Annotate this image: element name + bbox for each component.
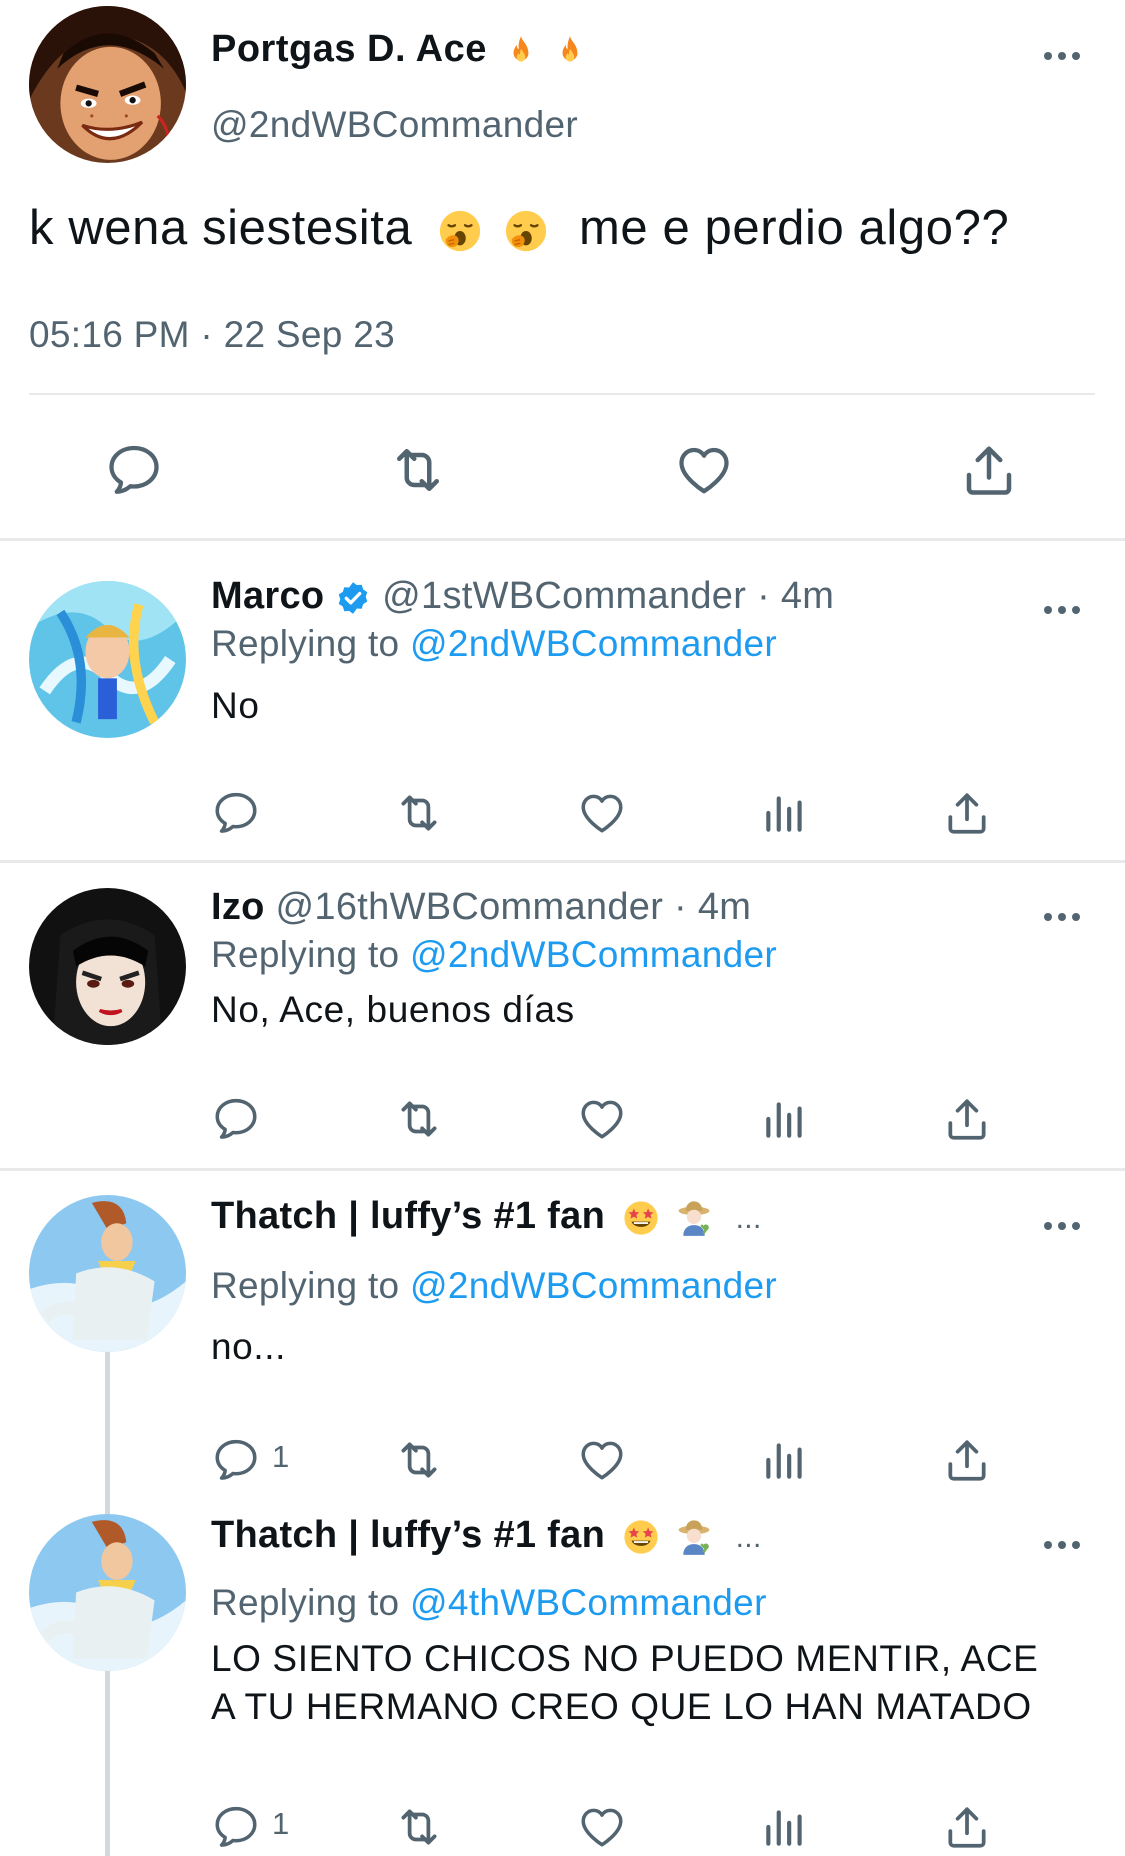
author-handle[interactable]: @2ndWBCommander [211,104,578,146]
yawning-face-emoji [437,208,483,254]
truncation-ellipsis: ... [735,1521,762,1554]
reply-header: Thatch | luffy’s #1 fan ... [211,1195,762,1238]
marco-avatar[interactable] [29,581,186,738]
replying-to-link[interactable]: @4thWBCommander [410,1582,767,1623]
reply-icon[interactable] [211,1802,261,1852]
like-icon[interactable] [577,788,627,838]
replying-to-label: Replying to [211,1582,400,1623]
like-icon[interactable] [577,1094,627,1144]
more-options-icon[interactable] [1040,1535,1084,1555]
author-name[interactable]: Marco [211,575,324,617]
reply-tweet[interactable]: Thatch | luffy’s #1 fan ... Replying to … [0,1492,1125,1856]
author-name[interactable]: Izo [211,886,265,928]
divider [0,1168,1125,1171]
reply-icon[interactable] [104,440,164,500]
retweet-icon[interactable] [394,1094,444,1144]
star-struck-emoji [622,1518,660,1556]
ace-avatar[interactable] [29,6,186,163]
reply-tweet[interactable]: Izo @16thWBCommander · 4m Replying to @2… [0,864,1125,1171]
reply-icon[interactable] [211,788,261,838]
reply-text-line: LO SIENTO CHICOS NO PUEDO MENTIR, ACE [211,1638,1039,1679]
tweet-text: k wena siestesita me e perdio algo?? [29,200,1009,256]
author-name[interactable]: Portgas D. Ace [211,28,587,71]
retweet-icon[interactable] [394,788,444,838]
reply-text: No, Ace, buenos días [211,989,575,1030]
tweet-date: 22 Sep 23 [223,314,395,355]
meta-separator: · [200,314,213,355]
fire-emoji [504,33,538,69]
tweet-timestamp[interactable]: 05:16 PM · 22 Sep 23 [29,314,395,356]
truncation-ellipsis: ... [735,1202,762,1235]
reply-time[interactable]: · 4m [674,886,751,928]
replying-to: Replying to @2ndWBCommander [211,1265,777,1307]
divider [29,393,1095,395]
reply-header: Marco @1stWBCommander · 4m [211,575,834,618]
retweet-icon[interactable] [388,440,448,500]
replying-to-link[interactable]: @2ndWBCommander [410,623,777,664]
divider [0,860,1125,863]
star-struck-emoji [622,1199,660,1237]
reply-icon[interactable] [211,1094,261,1144]
main-tweet: Portgas D. Ace @2ndWBCommander k wena si… [0,0,1125,540]
replying-to-link[interactable]: @2ndWBCommander [410,934,777,975]
replying-to: Replying to @4thWBCommander [211,1582,767,1624]
views-icon[interactable] [760,788,810,838]
retweet-icon[interactable] [394,1802,444,1852]
thatch-avatar[interactable] [29,1195,186,1352]
reply-text: LO SIENTO CHICOS NO PUEDO MENTIR, ACE A … [211,1635,1038,1731]
fire-emoji [553,33,587,69]
reply-icon[interactable] [211,1435,261,1485]
retweet-icon[interactable] [394,1435,444,1485]
replying-to: Replying to @2ndWBCommander [211,623,777,665]
more-options-icon[interactable] [1040,600,1084,620]
izo-avatar[interactable] [29,888,186,1045]
reply-tweet[interactable]: Marco @1stWBCommander · 4m Replying to @… [0,541,1125,863]
replying-to-label: Replying to [211,934,400,975]
reply-time[interactable]: · 4m [757,575,834,617]
author-handle[interactable]: @16thWBCommander [276,886,664,928]
farmer-emoji [675,1199,713,1237]
replying-to-link[interactable]: @2ndWBCommander [410,1265,777,1306]
more-options-icon[interactable] [1040,46,1084,66]
tweet-time: 05:16 PM [29,314,190,355]
replying-to: Replying to @2ndWBCommander [211,934,777,976]
tweet-text-part: me e perdio algo?? [578,201,1010,255]
reply-header: Thatch | luffy’s #1 fan ... [211,1514,762,1557]
more-options-icon[interactable] [1040,1216,1084,1236]
like-icon[interactable] [674,440,734,500]
share-icon[interactable] [942,1802,992,1852]
replying-to-label: Replying to [211,1265,400,1306]
author-handle[interactable]: @1stWBCommander [382,575,746,617]
reply-tweet[interactable]: Thatch | luffy’s #1 fan ... Replying to … [0,1173,1125,1493]
views-icon[interactable] [760,1802,810,1852]
reply-text-line: A TU HERMANO CREO QUE LO HAN MATADO [211,1686,1032,1727]
share-icon[interactable] [942,1435,992,1485]
share-icon[interactable] [942,1094,992,1144]
like-icon[interactable] [577,1802,627,1852]
share-icon[interactable] [942,788,992,838]
more-options-icon[interactable] [1040,907,1084,927]
like-icon[interactable] [577,1435,627,1485]
views-icon[interactable] [760,1435,810,1485]
thatch-avatar[interactable] [29,1514,186,1671]
reply-text: No [211,685,260,726]
yawning-face-emoji [503,208,549,254]
views-icon[interactable] [760,1094,810,1144]
author-name[interactable]: Thatch | luffy’s #1 fan [211,1514,605,1556]
replying-to-label: Replying to [211,623,400,664]
author-name[interactable]: Thatch | luffy’s #1 fan [211,1195,605,1237]
reply-count: 1 [272,1439,290,1474]
share-icon[interactable] [959,440,1019,500]
reply-text: no... [211,1326,286,1367]
farmer-emoji [675,1518,713,1556]
reply-header: Izo @16thWBCommander · 4m [211,886,751,929]
tweet-text-part: k wena siestesita [29,201,413,255]
reply-count: 1 [272,1806,290,1841]
verified-badge-icon [335,580,371,616]
